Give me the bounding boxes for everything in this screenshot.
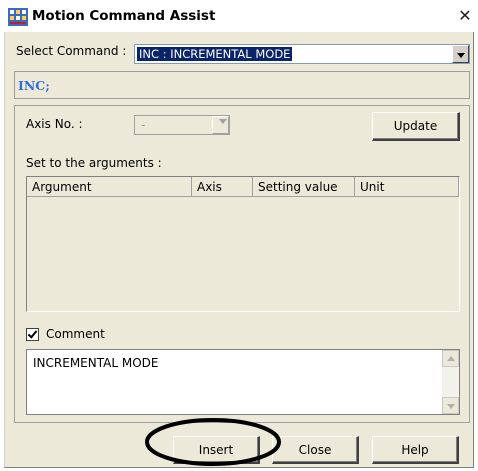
select-command-dropdown[interactable]: INC : INCREMENTAL MODE bbox=[134, 44, 470, 64]
comment-textarea[interactable]: INCREMENTAL MODE bbox=[26, 349, 460, 415]
comment-text: INCREMENTAL MODE bbox=[33, 356, 159, 370]
axis-no-value: - bbox=[141, 118, 146, 132]
column-header-axis[interactable]: Axis bbox=[192, 177, 253, 197]
scroll-down-icon[interactable] bbox=[442, 397, 459, 414]
close-icon[interactable]: ✕ bbox=[456, 6, 474, 26]
comment-checkbox[interactable] bbox=[26, 328, 39, 341]
highlight-ellipse bbox=[145, 418, 281, 466]
help-button[interactable]: Help bbox=[372, 436, 459, 464]
dropdown-arrow-icon bbox=[212, 116, 229, 134]
set-arguments-label: Set to the arguments : bbox=[26, 156, 162, 170]
scroll-up-icon[interactable] bbox=[442, 350, 459, 367]
column-header-setting-value[interactable]: Setting value bbox=[253, 177, 355, 197]
motion-command-assist-window: Motion Command Assist ✕ Select Command :… bbox=[0, 0, 478, 471]
command-preview: INC; bbox=[14, 71, 470, 99]
dropdown-arrow-icon[interactable] bbox=[452, 45, 469, 63]
axis-no-dropdown: - bbox=[134, 115, 230, 135]
comment-label: Comment bbox=[46, 327, 105, 341]
arguments-table[interactable]: Argument Axis Setting value Unit bbox=[26, 176, 460, 312]
column-header-argument[interactable]: Argument bbox=[27, 177, 192, 197]
update-button[interactable]: Update bbox=[372, 112, 460, 141]
app-icon bbox=[8, 8, 28, 26]
command-preview-text: INC; bbox=[18, 78, 50, 93]
window-title: Motion Command Assist bbox=[32, 8, 216, 24]
comment-scrollbar[interactable] bbox=[442, 350, 459, 414]
axis-no-label: Axis No. : bbox=[26, 117, 83, 131]
select-command-value: INC : INCREMENTAL MODE bbox=[137, 47, 293, 61]
select-command-label: Select Command : bbox=[16, 44, 127, 58]
column-header-unit[interactable]: Unit bbox=[355, 177, 459, 197]
